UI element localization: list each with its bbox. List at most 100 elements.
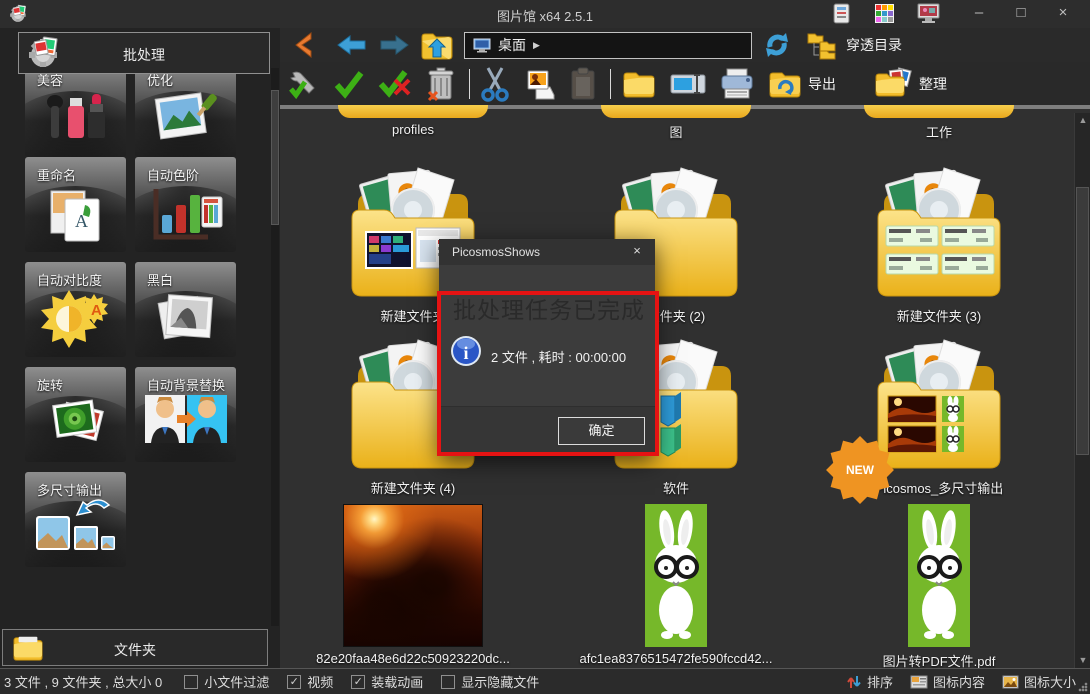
file-label: 软件 [547, 478, 805, 497]
图标大小-button[interactable]: 图标大小 [1002, 672, 1076, 691]
tile-auto-contrast[interactable]: 自动对比度A [25, 262, 126, 357]
statusbar: 3 文件 , 9 文件夹 , 总大小 0 小文件过滤✓视频✓装载动画显示隐藏文件… [0, 668, 1090, 694]
checkbox-box[interactable] [441, 675, 455, 689]
optimize-icon [135, 88, 236, 148]
print-button[interactable] [716, 65, 758, 103]
checkbox-视频[interactable]: ✓ 视频 [287, 672, 333, 691]
dialog-titlebar[interactable]: PicosmosShows [439, 239, 655, 265]
folder-icon[interactable] [338, 105, 488, 118]
bg-replace-icon [135, 393, 236, 445]
ok-button[interactable]: 确定 [558, 417, 645, 445]
file-item[interactable]: 工作 [810, 104, 1068, 141]
main-scrollbar[interactable]: ▲ ▼ [1074, 113, 1090, 668]
sidebar-scrollbar[interactable] [271, 68, 279, 626]
folder-icon[interactable] [864, 105, 1014, 118]
nav-right-arrow-button[interactable] [378, 33, 410, 57]
checkbox-装载动画[interactable]: ✓装载动画 [351, 672, 423, 691]
clipboard-icon [568, 67, 598, 101]
new-folder-icon [621, 68, 657, 100]
folder-tree-icon [806, 30, 840, 60]
batch-tools-grid: 美容优化重命名A自动色阶自动对比度A黑白旋转自动背景替换多尺寸输出 [0, 28, 268, 628]
check-cancel-button[interactable] [374, 66, 416, 102]
checkbox-小文件过滤[interactable]: 小文件过滤 [184, 672, 269, 691]
file-item[interactable]: 图片转PDF文件.pdf [810, 499, 1068, 670]
file-label: 图 [547, 122, 805, 141]
file-label: 新建文件夹 (4) [284, 478, 542, 497]
rename-field-icon [669, 69, 707, 99]
address-bar[interactable]: 桌面 ▶ [464, 32, 752, 59]
tile-cosmetics[interactable]: 美容 [25, 62, 126, 157]
tile-auto-levels[interactable]: 自动色阶 [135, 157, 236, 252]
scrollbar-thumb[interactable] [1076, 187, 1089, 455]
rotate-icon [25, 393, 126, 451]
organize-button-label: 整理 [919, 74, 947, 94]
svg-text:A: A [91, 302, 102, 319]
tile-rotate[interactable]: 旋转 [25, 367, 126, 462]
rabbit-image-thumbnail[interactable] [908, 504, 970, 647]
folder-icon[interactable] [601, 105, 751, 118]
screen-capture-icon[interactable] [917, 3, 940, 25]
desktop-icon [473, 38, 491, 53]
checkbox-box[interactable]: ✓ [287, 675, 301, 689]
export-button[interactable]: 导出 [764, 66, 839, 102]
sunset-photo-thumbnail[interactable] [343, 504, 483, 647]
auto-levels-icon [135, 183, 236, 245]
paste-button[interactable] [565, 65, 601, 103]
checkbox-label: 视频 [307, 672, 333, 691]
tile-black-white[interactable]: 黑白 [135, 262, 236, 357]
dialog-close-button[interactable]: × [627, 243, 647, 261]
check-icon [333, 69, 365, 99]
palette-icon[interactable] [874, 3, 895, 25]
file-item[interactable]: 新建文件夹 (3) [810, 154, 1068, 325]
file-item[interactable]: profiles [284, 104, 542, 137]
file-item[interactable]: 82e20faa48e6d22c50923220dc... [284, 499, 542, 666]
file-item[interactable]: afc1ea8376515472fe590fccd42... [547, 499, 805, 666]
delete-button[interactable] [422, 64, 460, 104]
titlebar: 图片馆 x64 2.5.1 – □ × [0, 0, 1090, 28]
back-chevron-button[interactable] [290, 30, 316, 60]
file-item[interactable]: 图 [547, 104, 805, 141]
refresh-button[interactable] [762, 30, 792, 60]
copy-button[interactable] [519, 65, 559, 103]
排序-button[interactable]: 排序 [846, 672, 893, 691]
organize-button[interactable]: 整理 [871, 65, 950, 103]
check-all-button[interactable] [330, 67, 368, 101]
tile-rename-pages[interactable]: 重命名A [25, 157, 126, 252]
tile-bg-replace[interactable]: 自动背景替换 [135, 367, 236, 462]
图标内容-button[interactable]: 图标内容 [910, 672, 985, 691]
folder-up-button[interactable] [420, 29, 454, 61]
notes-icon[interactable] [832, 3, 852, 25]
tools-check-icon [287, 67, 321, 101]
sidebar: 美容优化重命名A自动色阶自动对比度A黑白旋转自动背景替换多尺寸输出 批处理 文件… [0, 28, 280, 668]
checkbox-显示隐藏文件[interactable]: 显示隐藏文件 [441, 672, 539, 691]
file-label: 82e20faa48e6d22c50923220dc... [284, 651, 542, 666]
new-folder-button[interactable] [618, 66, 660, 102]
breadcrumb-caret-icon[interactable]: ▶ [533, 40, 540, 51]
svg-text:i: i [463, 343, 468, 363]
close-button[interactable]: × [1046, 0, 1080, 28]
nav-left-arrow-button[interactable] [336, 33, 368, 57]
maximize-button[interactable]: □ [1004, 0, 1038, 28]
checkbox-box[interactable]: ✓ [351, 675, 365, 689]
cut-button[interactable] [477, 64, 513, 104]
resize-grip[interactable] [1078, 682, 1088, 692]
breadcrumb-location[interactable]: 桌面 [498, 35, 526, 55]
printer-icon [719, 67, 755, 101]
scissors-icon [480, 66, 510, 102]
tools-check-button[interactable] [284, 65, 324, 103]
button-label: 图标内容 [933, 672, 985, 691]
tile-optimize[interactable]: 优化 [135, 62, 236, 157]
folder-panel-button[interactable]: 文件夹 [2, 629, 268, 666]
rabbit-image-thumbnail[interactable] [645, 504, 707, 647]
folder-panel-label: 文件夹 [3, 640, 267, 660]
multi-size-icon [25, 498, 126, 562]
tile-multi-size[interactable]: 多尺寸输出 [25, 472, 126, 567]
batch-complete-dialog: PicosmosShows × 批处理任务已完成 i 2 文件 , 耗时 : 0… [439, 239, 655, 456]
rename-button[interactable] [666, 67, 710, 101]
icon-size-icon [1002, 675, 1019, 689]
minimize-button[interactable]: – [962, 0, 996, 28]
file-label: profiles [284, 122, 542, 137]
passthrough-directory-button[interactable]: 穿透目录 [806, 30, 902, 60]
checkbox-box[interactable] [184, 675, 198, 689]
folder-icon[interactable] [864, 154, 1014, 302]
